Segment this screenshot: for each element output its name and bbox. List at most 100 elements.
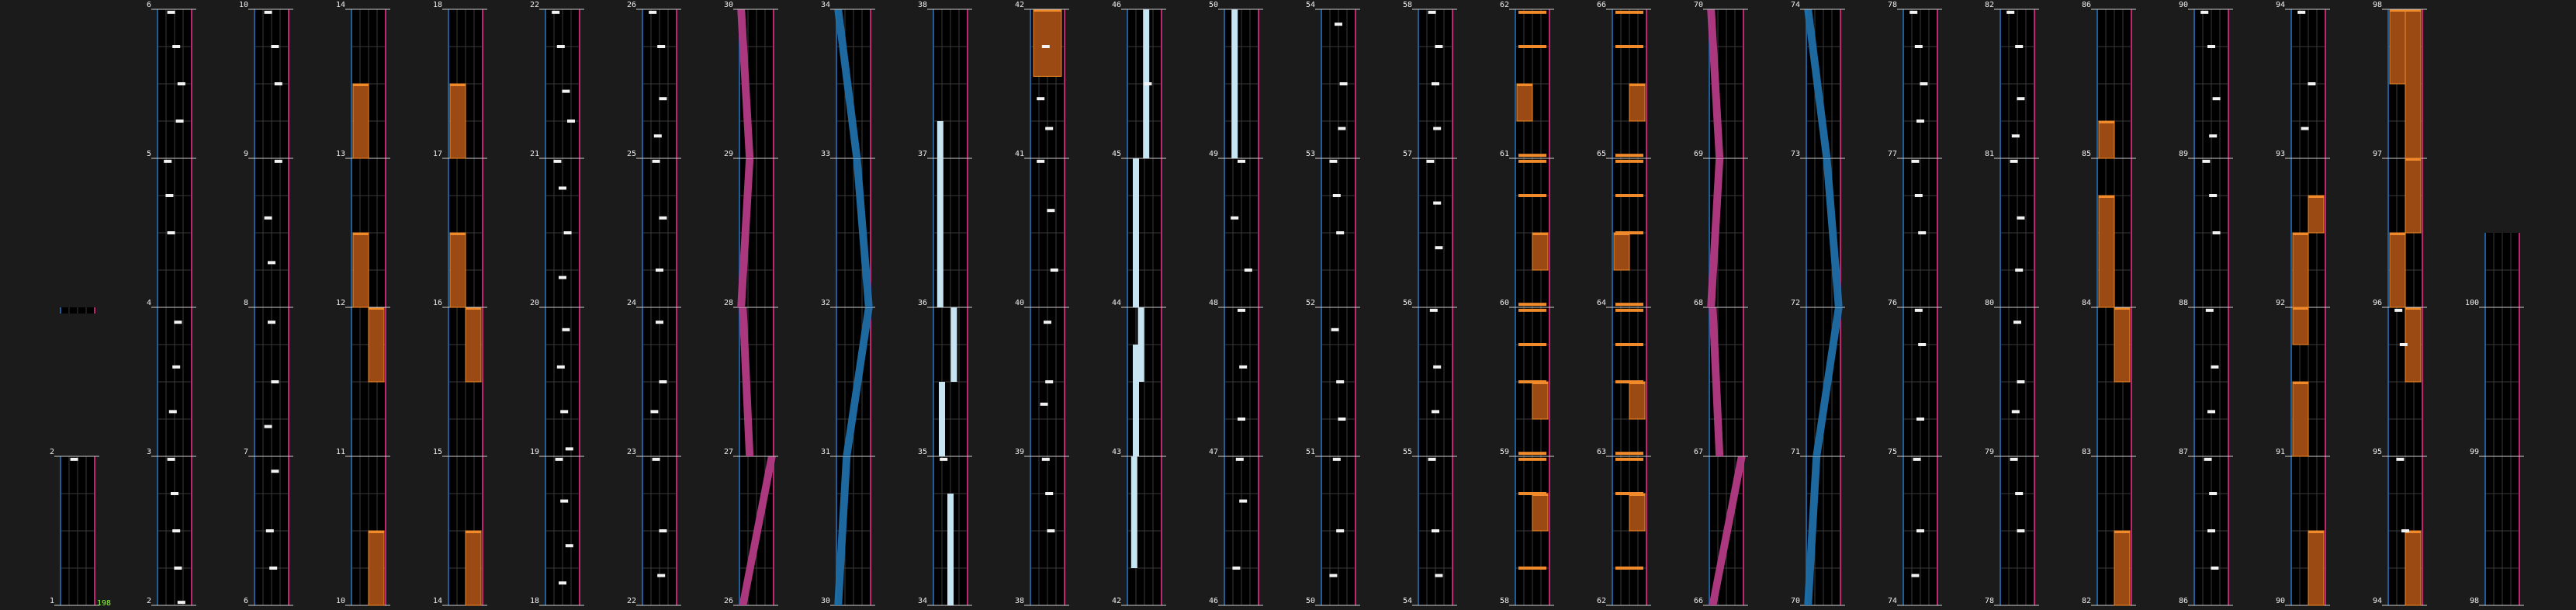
chip-note (1047, 529, 1055, 532)
measure-number: 17 (433, 150, 442, 158)
fx-chip (1518, 452, 1546, 456)
measure-number: 2 (50, 448, 54, 456)
measure-number: 73 (1791, 150, 1800, 158)
chip-note (1914, 194, 1923, 197)
chip-note (269, 567, 278, 570)
chip-note (1239, 499, 1248, 503)
chip-note (168, 410, 177, 414)
chip-note (1911, 574, 1920, 577)
chip-note (1037, 97, 1045, 101)
measure-number: 1 (50, 597, 54, 605)
measure-number: 87 (2179, 448, 2188, 456)
measure-number: 34 (918, 597, 927, 605)
measure-number: 30 (724, 1, 733, 9)
measure-number: 9 (244, 150, 248, 158)
chip-note (563, 231, 572, 234)
measure-number: 5 (147, 150, 151, 158)
fx-long-note (2405, 158, 2422, 234)
fx-chip (1615, 10, 1643, 14)
chip-note (1433, 201, 1442, 205)
chip-note (1045, 380, 1054, 383)
chip-note (274, 159, 282, 163)
chip-note (2015, 492, 2024, 495)
chip-note (1913, 457, 1921, 461)
measure-number: 26 (724, 597, 733, 605)
measure-number: 3 (147, 448, 151, 456)
measure-number: 7 (244, 448, 248, 456)
fx-chip (1518, 194, 1546, 197)
measure-number: 78 (1985, 597, 1994, 605)
fx-long-note-head (353, 233, 369, 235)
fx-chip (1615, 452, 1643, 456)
chip-note (555, 457, 563, 461)
fx-chip (1518, 10, 1546, 14)
chip-note (1428, 10, 1436, 14)
fx-long-note-head (369, 531, 384, 533)
chip-note (2394, 308, 2403, 312)
chip-note (659, 97, 667, 101)
chip-note (1336, 231, 1345, 234)
fx-long-note (2098, 120, 2115, 159)
measure-number: 82 (1985, 1, 1994, 9)
measure-number: 75 (1888, 448, 1897, 456)
chip-note (171, 492, 178, 495)
measure-number: 56 (1403, 299, 1412, 307)
measure-number: 90 (2276, 597, 2285, 605)
measure-number: 25 (627, 150, 636, 158)
measure-number: 18 (433, 1, 442, 9)
measure-number: 78 (1888, 1, 1897, 9)
chip-note (656, 269, 663, 272)
measure-number: 54 (1403, 597, 1412, 605)
chip-note (1044, 321, 1051, 324)
fx-chip (1615, 380, 1643, 383)
combo-count: 198 (97, 599, 111, 608)
measure-number: 58 (1500, 597, 1509, 605)
measure-number: 94 (2276, 1, 2285, 9)
fx-long-note (449, 83, 466, 159)
chip-note (1329, 574, 1338, 577)
measure-number: 62 (1500, 1, 1509, 9)
measure-number: 34 (821, 1, 830, 9)
fx-long-note (2405, 530, 2422, 606)
measure-number: 51 (1306, 448, 1315, 456)
measure-number: 22 (627, 597, 636, 605)
measure-number: 63 (1597, 448, 1606, 456)
chip-note (165, 194, 174, 197)
chip-note (1144, 82, 1152, 85)
fx-chip (1615, 457, 1643, 461)
measure-number: 92 (2276, 299, 2285, 307)
measure-number: 29 (724, 150, 733, 158)
chip-note (1435, 574, 1443, 577)
chip-note (1336, 529, 1345, 532)
chip-note (2011, 134, 2020, 138)
fx-long-note (1629, 493, 1646, 532)
chip-note (1435, 246, 1443, 250)
measure-number: 36 (918, 299, 927, 307)
fx-chip (1518, 343, 1546, 346)
chip-note (2308, 82, 2316, 85)
fx-chip (1518, 567, 1546, 570)
chip-note (2401, 529, 2409, 532)
chip-note (1918, 343, 1927, 346)
fx-long-note (368, 307, 385, 383)
fx-long-note (2098, 195, 2115, 308)
chip-note (2202, 159, 2211, 163)
measure-number: 91 (2276, 448, 2285, 456)
measure-number: 66 (1597, 1, 1606, 9)
chip-note (652, 159, 660, 163)
fx-long-note (2405, 9, 2422, 159)
chip-note (1336, 380, 1345, 383)
chip-note (1047, 209, 1055, 213)
chip-note (177, 601, 185, 605)
measure-number: 8 (244, 299, 248, 307)
chip-note (562, 89, 570, 93)
measure-number: 83 (2082, 448, 2091, 456)
chip-note (1433, 365, 1442, 369)
measure-number: 38 (1015, 597, 1024, 605)
measure-number: 93 (2276, 150, 2285, 158)
measure-number: 37 (918, 150, 927, 158)
chip-note (1428, 457, 1436, 461)
measure-number: 95 (2373, 448, 2382, 456)
chip-note (271, 45, 279, 48)
chip-note (2015, 269, 2024, 272)
